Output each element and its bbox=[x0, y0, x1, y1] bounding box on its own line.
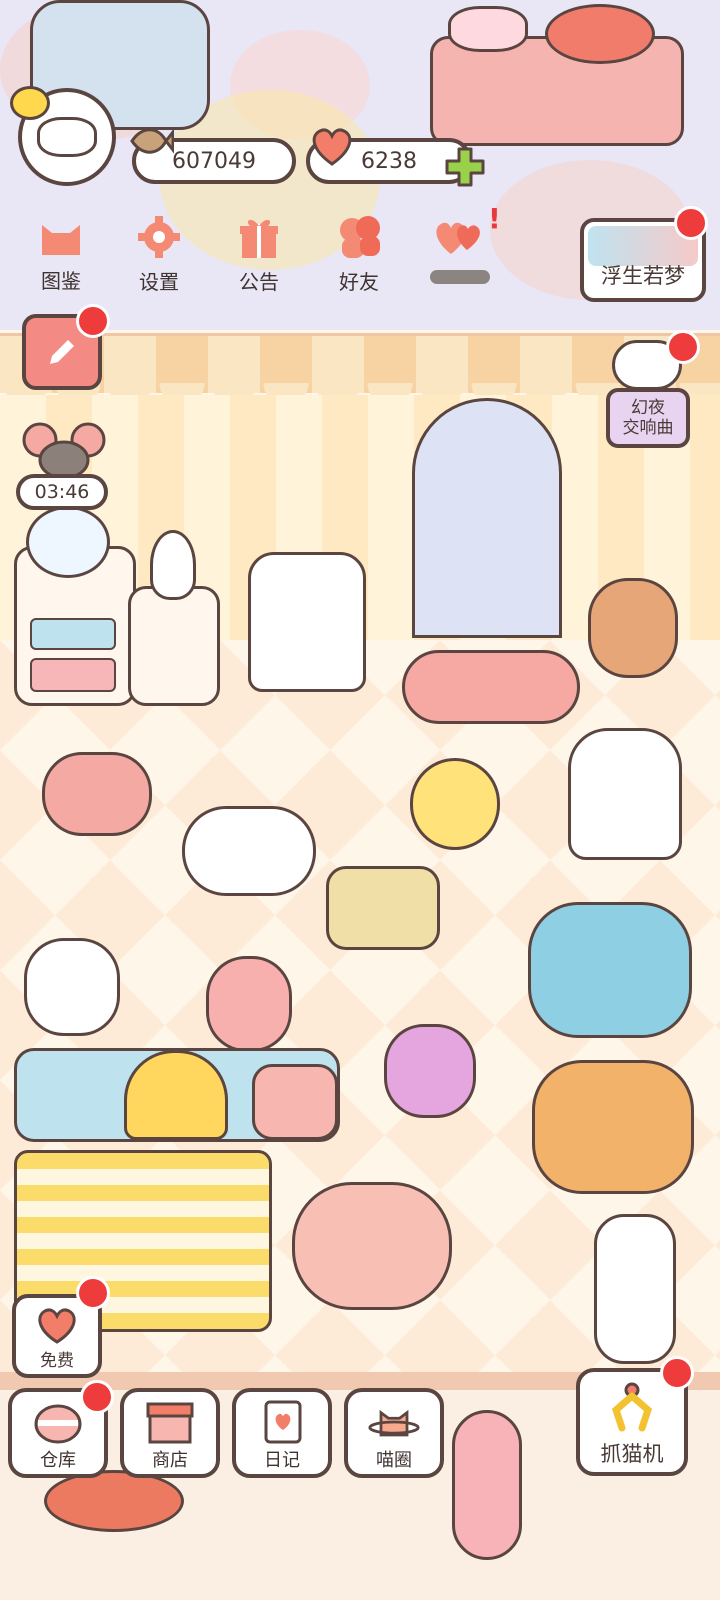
bunny-plush[interactable] bbox=[24, 938, 120, 1036]
gear-icon bbox=[131, 214, 187, 260]
cherry-bowl bbox=[545, 4, 655, 64]
cat-circle-button[interactable]: 喵圈 bbox=[344, 1388, 444, 1478]
event-timer-value: 03:46 bbox=[34, 481, 90, 503]
menu-collapse-handle[interactable] bbox=[430, 270, 490, 284]
warehouse-label: 仓库 bbox=[40, 1450, 76, 1471]
arched-window[interactable] bbox=[412, 398, 562, 638]
catalog-button[interactable]: 图鉴 bbox=[16, 214, 106, 294]
cat-head-icon bbox=[33, 214, 89, 259]
fish-icon bbox=[128, 124, 174, 158]
announcement-button[interactable]: 公告 bbox=[214, 214, 304, 294]
gift-icon bbox=[231, 214, 287, 260]
shop-icon bbox=[144, 1400, 196, 1444]
diary-icon bbox=[256, 1400, 308, 1444]
dream-notification-dot bbox=[674, 206, 708, 240]
add-currency-button[interactable] bbox=[444, 146, 486, 188]
doll-toy[interactable] bbox=[206, 956, 292, 1052]
alert-exclamation-icon: ! bbox=[488, 202, 501, 235]
double-heart-icon bbox=[431, 214, 487, 260]
heart-currency-value: 6238 bbox=[361, 148, 417, 174]
dino-rug[interactable] bbox=[402, 650, 580, 724]
fence-gate bbox=[124, 1050, 228, 1140]
free-notification-dot bbox=[76, 1276, 110, 1310]
drawer-pink bbox=[30, 658, 116, 692]
bean-bag[interactable] bbox=[292, 1182, 452, 1310]
hat-pals[interactable] bbox=[182, 806, 316, 896]
catalog-label: 图鉴 bbox=[41, 269, 81, 293]
chick-icon bbox=[10, 86, 50, 120]
flower-lamp[interactable] bbox=[594, 1214, 676, 1364]
pencil-icon bbox=[50, 340, 74, 364]
duck-float[interactable] bbox=[410, 758, 500, 850]
gumball-jar[interactable] bbox=[26, 506, 110, 578]
announcement-label: 公告 bbox=[239, 270, 279, 294]
friends-label: 好友 bbox=[339, 270, 379, 294]
parfait-dish bbox=[448, 6, 528, 52]
claw-notification-dot bbox=[660, 1356, 694, 1390]
night-symphony-label-1: 幻夜 bbox=[631, 398, 665, 418]
shop-button[interactable]: 商店 bbox=[120, 1388, 220, 1478]
night-symphony-label-2: 交响曲 bbox=[622, 418, 674, 438]
settings-label: 设置 bbox=[139, 270, 179, 294]
mouse-toy[interactable] bbox=[42, 752, 152, 836]
dream-theme-label: 浮生若梦 bbox=[601, 264, 685, 288]
toy-blocks[interactable] bbox=[326, 866, 440, 950]
monkey-toy[interactable] bbox=[588, 578, 678, 678]
claw-icon bbox=[611, 1382, 653, 1432]
friends-icon bbox=[331, 214, 387, 260]
heart-gift-icon bbox=[38, 1308, 76, 1344]
claw-machine-label: 抓猫机 bbox=[600, 1442, 664, 1466]
fruit-plate bbox=[44, 1470, 184, 1532]
avatar-face bbox=[37, 117, 97, 157]
diary-button[interactable]: 日记 bbox=[232, 1388, 332, 1478]
cat-chair[interactable] bbox=[568, 728, 682, 860]
heart-currency-icon bbox=[308, 126, 356, 166]
giraffe-rocker[interactable] bbox=[532, 1060, 694, 1194]
drawer-blue bbox=[30, 618, 116, 650]
rocking-horse[interactable] bbox=[528, 902, 692, 1038]
side-table[interactable] bbox=[128, 586, 220, 706]
edit-notification-dot bbox=[76, 304, 110, 338]
night-symphony-button[interactable]: 幻夜 交响曲 bbox=[606, 388, 690, 448]
settings-button[interactable]: 设置 bbox=[114, 214, 204, 294]
cat-circle-label: 喵圈 bbox=[376, 1450, 412, 1471]
event-timer: 03:46 bbox=[16, 474, 108, 510]
diary-label: 日记 bbox=[264, 1450, 300, 1471]
warehouse-notification-dot bbox=[80, 1380, 114, 1414]
timer-mouse-icon bbox=[22, 420, 106, 480]
bear-plush[interactable] bbox=[384, 1024, 476, 1118]
friends-button[interactable]: 好友 bbox=[314, 214, 404, 294]
fence-pink bbox=[252, 1064, 338, 1140]
bunny-mailbox[interactable] bbox=[248, 552, 366, 692]
free-reward-label: 免费 bbox=[40, 1351, 74, 1371]
night-notification-dot bbox=[666, 330, 700, 364]
cat-planet-icon bbox=[368, 1400, 420, 1444]
shop-label: 商店 bbox=[152, 1450, 188, 1471]
flower-vase bbox=[150, 530, 196, 600]
warehouse-icon bbox=[32, 1400, 84, 1444]
pink-flower-tree bbox=[452, 1410, 522, 1560]
fish-currency-value: 607049 bbox=[172, 148, 256, 174]
